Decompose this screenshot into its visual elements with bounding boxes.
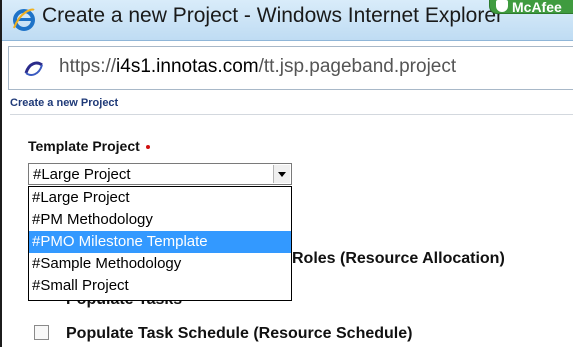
task-schedule-checkbox[interactable] — [34, 325, 49, 340]
window-titlebar: Create a new Project - Windows Internet … — [2, 0, 573, 41]
dropdown-option-large-project[interactable]: #Large Project — [29, 187, 291, 209]
mcafee-label: McAfee — [512, 0, 562, 14]
roles-label: Roles (Resource Allocation) — [292, 250, 505, 267]
dropdown-option-pm-methodology[interactable]: #PM Methodology — [29, 209, 291, 231]
template-project-dropdown-list: #Large Project #PM Methodology #PMO Mile… — [28, 186, 292, 301]
task-schedule-label: Populate Task Schedule (Resource Schedul… — [66, 325, 413, 342]
url-host: i4s1.innotas.com — [116, 56, 259, 77]
select-current-value: #Large Project — [33, 166, 131, 183]
mcafee-badge[interactable]: McAfee — [489, 0, 573, 14]
url-path: /tt.jsp.pageband.project — [258, 56, 457, 77]
page-header: Create a new Project — [10, 94, 573, 115]
required-indicator — [145, 145, 150, 150]
dropdown-option-sample-methodology[interactable]: #Sample Methodology — [29, 253, 291, 275]
template-project-label: Template Project — [28, 138, 150, 154]
dropdown-button[interactable] — [273, 165, 290, 183]
template-project-select[interactable]: #Large Project — [28, 163, 292, 185]
url-text[interactable]: https://i4s1.innotas.com/tt.jsp.pageband… — [59, 56, 456, 78]
address-bar[interactable]: https://i4s1.innotas.com/tt.jsp.pageband… — [8, 46, 573, 90]
browser-window: Create a new Project - Windows Internet … — [0, 0, 573, 347]
internet-explorer-icon — [13, 8, 35, 31]
url-scheme: https:// — [59, 56, 117, 77]
chevron-down-icon — [278, 172, 286, 177]
page-loading-icon — [24, 61, 43, 76]
window-title: Create a new Project - Windows Internet … — [42, 4, 504, 27]
dropdown-option-pmo-milestone-template[interactable]: #PMO Milestone Template — [29, 231, 291, 253]
mcafee-shield-icon — [496, 0, 508, 12]
page-title: Create a new Project — [10, 97, 119, 109]
template-project-label-text: Template Project — [28, 138, 140, 154]
dropdown-option-small-project[interactable]: #Small Project — [29, 275, 291, 297]
